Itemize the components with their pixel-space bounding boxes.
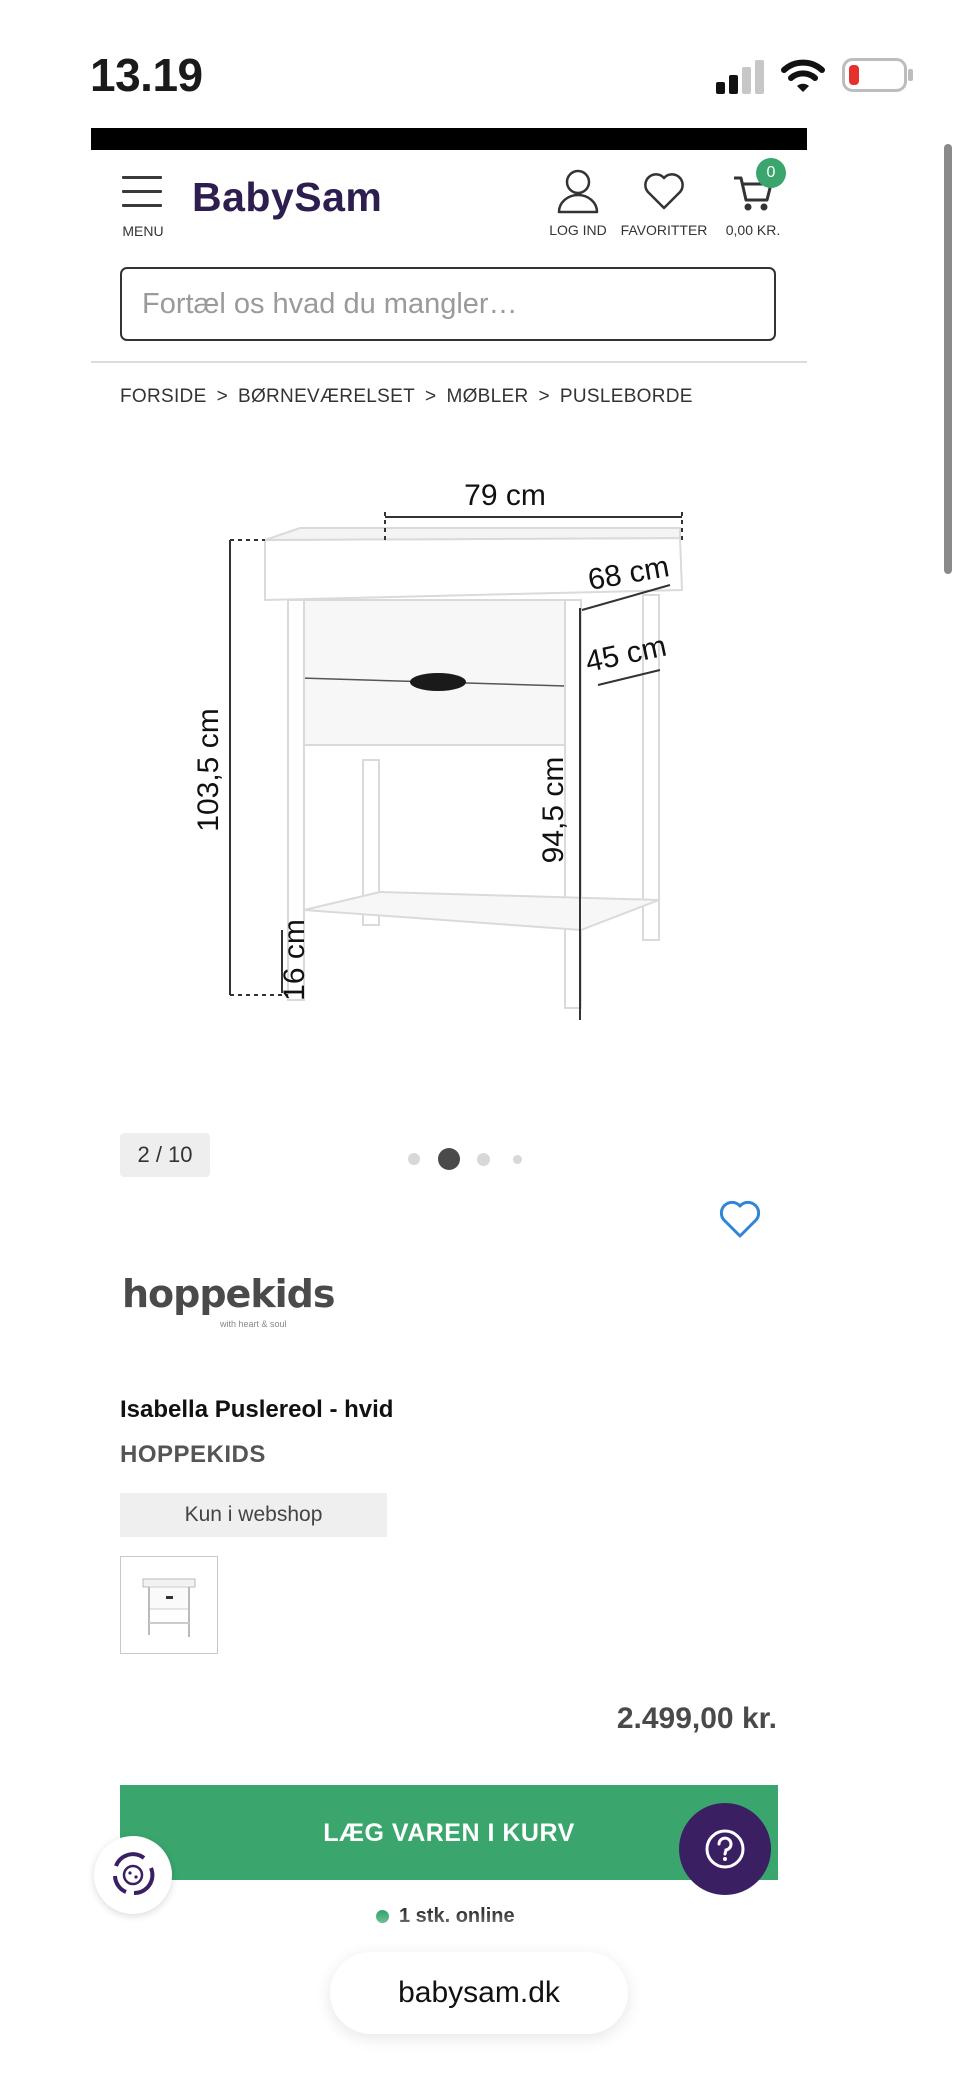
help-button[interactable] — [679, 1803, 771, 1895]
menu-label: MENU — [122, 223, 164, 239]
question-mark-icon — [705, 1829, 745, 1869]
breadcrumb-separator: > — [216, 386, 228, 407]
header-divider — [91, 361, 807, 363]
wifi-icon — [781, 59, 825, 92]
add-to-favorites-heart-icon[interactable] — [718, 1198, 762, 1240]
webshop-only-badge: Kun i webshop — [120, 1493, 387, 1537]
status-time: 13.19 — [90, 49, 203, 101]
product-title: Isabella Puslereol - hvid — [120, 1396, 394, 1423]
carousel-dot[interactable] — [477, 1153, 490, 1166]
breadcrumb-pusleborde[interactable]: PUSLEBORDE — [560, 386, 693, 408]
dimension-shelf-height: 16 cm — [278, 919, 311, 1001]
carousel-dot[interactable] — [513, 1155, 522, 1164]
product-thumbnail[interactable] — [120, 1556, 218, 1654]
thumbnail-image — [142, 1578, 196, 1637]
breadcrumb-separator: > — [538, 386, 550, 407]
product-brand[interactable]: HOPPEKIDS — [120, 1441, 266, 1469]
image-counter: 2 / 10 — [120, 1133, 210, 1177]
hoppekids-brand-logo[interactable]: hoppekids with heart & soul — [120, 1265, 360, 1335]
battery-low-icon — [842, 58, 913, 92]
carousel-dot-active[interactable] — [438, 1148, 460, 1170]
cart-count-badge: 0 — [756, 158, 786, 188]
carousel-dot[interactable] — [408, 1153, 420, 1165]
favorites-label: FAVORITTER — [620, 222, 708, 238]
scrollbar[interactable] — [944, 144, 952, 574]
brand-logo-tagline: with heart & soul — [219, 1319, 287, 1329]
cart-total-label: 0,00 KR. — [725, 222, 781, 238]
login-button[interactable]: LOG IND — [532, 168, 624, 238]
breadcrumb: FORSIDE > BØRNEVÆRELSET > MØBLER > PUSLEBORDE — [120, 386, 693, 408]
cookie-icon — [113, 1852, 155, 1896]
cellular-signal-icon — [716, 60, 764, 94]
browser-url-bar[interactable]: babysam.dk — [330, 1952, 628, 2034]
favorites-button[interactable]: FAVORITTER — [618, 168, 710, 238]
user-icon — [557, 169, 599, 214]
cookie-settings-button[interactable] — [94, 1836, 172, 1914]
dimension-height: 103,5 cm — [192, 708, 225, 831]
breadcrumb-boernevaerelset[interactable]: BØRNEVÆRELSET — [238, 386, 415, 408]
search-input[interactable] — [120, 267, 776, 341]
breadcrumb-separator: > — [425, 386, 437, 407]
breadcrumb-moebler[interactable]: MØBLER — [446, 386, 528, 408]
product-price: 2.499,00 kr. — [616, 1702, 777, 1735]
product-image[interactable]: 79 cm 68 cm 45 cm 103,5 cm 94,5 cm 16 cm — [170, 460, 710, 1030]
dimension-width: 79 cm — [464, 479, 546, 512]
cart-button[interactable]: 0,00 KR. — [707, 168, 799, 238]
brand-logo-text: hoppekids — [122, 1272, 334, 1316]
top-banner-bar — [91, 128, 807, 150]
breadcrumb-forside[interactable]: FORSIDE — [120, 386, 207, 408]
bottom-fade — [0, 1912, 960, 1952]
login-label: LOG IND — [549, 222, 607, 238]
babysam-logo[interactable]: BabySam — [192, 174, 382, 221]
dimension-inner-height: 94,5 cm — [537, 757, 570, 864]
heart-icon — [644, 173, 684, 210]
